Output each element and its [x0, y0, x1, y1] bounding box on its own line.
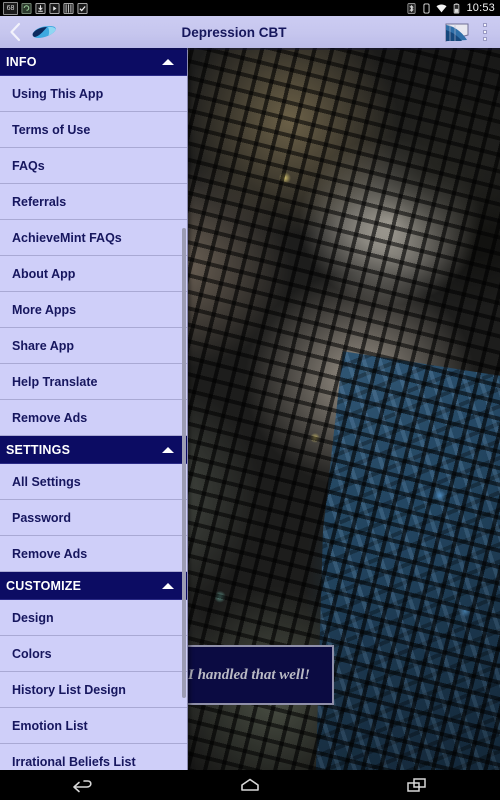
- chevron-up-icon[interactable]: [162, 582, 174, 589]
- menu-item-faqs[interactable]: FAQs: [0, 148, 188, 184]
- keyboard-icon: [63, 2, 74, 14]
- sync-icon: [21, 2, 32, 14]
- menu-item-remove-ads-settings[interactable]: Remove Ads: [0, 536, 188, 572]
- navigation-drawer[interactable]: INFO Using This App Terms of Use FAQs Re…: [0, 48, 188, 770]
- menu-item-help-translate[interactable]: Help Translate: [0, 364, 188, 400]
- chevron-up-icon[interactable]: [162, 58, 174, 65]
- menu-item-label: All Settings: [12, 474, 81, 489]
- status-bar-notification-icons: 68: [0, 1, 406, 15]
- menu-item-label: Design: [12, 610, 54, 625]
- temperature-badge: 68: [3, 1, 18, 15]
- chart-icon[interactable]: [440, 21, 474, 43]
- toast-message: I handled that well!: [186, 645, 334, 705]
- back-nav-icon[interactable]: [53, 770, 113, 800]
- battery-icon: [454, 2, 460, 13]
- menu-item-label: AchieveMint FAQs: [12, 230, 122, 245]
- menu-item-all-settings[interactable]: All Settings: [0, 464, 188, 500]
- vibrate-icon: [423, 2, 430, 14]
- back-chevron-icon[interactable]: [0, 22, 26, 42]
- drawer-scrollbar[interactable]: [182, 228, 186, 698]
- menu-item-label: Share App: [12, 338, 75, 353]
- menu-item-remove-ads-info[interactable]: Remove Ads: [0, 400, 188, 436]
- task-complete-icon: [77, 2, 88, 14]
- overflow-menu-icon[interactable]: [474, 23, 500, 41]
- recents-nav-icon[interactable]: [387, 770, 447, 800]
- menu-item-label: Irrational Beliefs List: [12, 754, 136, 769]
- wifi-icon: [436, 3, 447, 12]
- menu-item-referrals[interactable]: Referrals: [0, 184, 188, 220]
- menu-item-password[interactable]: Password: [0, 500, 188, 536]
- toast-message-text: I handled that well!: [188, 666, 311, 683]
- menu-item-label: Password: [12, 510, 72, 525]
- menu-item-using-this-app[interactable]: Using This App: [0, 76, 188, 112]
- menu-item-label: Using This App: [12, 86, 104, 101]
- overflow-dot: [483, 37, 487, 41]
- menu-item-more-apps[interactable]: More Apps: [0, 292, 188, 328]
- drawer-section-header-settings[interactable]: SETTINGS: [0, 436, 188, 464]
- drawer-section-header-info[interactable]: INFO: [0, 48, 188, 76]
- menu-item-label: FAQs: [12, 158, 45, 173]
- page-title: Depression CBT: [181, 24, 287, 40]
- android-screen: I handled that well! INFO Using This App…: [0, 0, 500, 800]
- section-label-customize: CUSTOMIZE: [6, 578, 82, 593]
- status-bar: 68 10:53: [0, 0, 500, 16]
- menu-item-label: More Apps: [12, 302, 77, 317]
- status-bar-clock: 10:53: [466, 2, 495, 14]
- overflow-dot: [483, 23, 487, 27]
- menu-item-share-app[interactable]: Share App: [0, 328, 188, 364]
- menu-item-emotion-list[interactable]: Emotion List: [0, 708, 188, 744]
- menu-item-history-list-design[interactable]: History List Design: [0, 672, 188, 708]
- menu-item-label: Colors: [12, 646, 52, 661]
- menu-item-terms-of-use[interactable]: Terms of Use: [0, 112, 188, 148]
- menu-item-design[interactable]: Design: [0, 600, 188, 636]
- system-navigation-bar: [0, 770, 500, 800]
- menu-item-label: Terms of Use: [12, 122, 91, 137]
- bluetooth-icon: [407, 2, 417, 14]
- menu-item-label: Help Translate: [12, 374, 98, 389]
- overflow-dot: [483, 30, 487, 34]
- menu-item-label: History List Design: [12, 682, 126, 697]
- drawer-section-header-customize[interactable]: CUSTOMIZE: [0, 572, 188, 600]
- drawer-edge-divider: [187, 48, 188, 770]
- menu-item-achievemint-faqs[interactable]: AchieveMint FAQs: [0, 220, 188, 256]
- section-label-settings: SETTINGS: [6, 442, 71, 457]
- menu-item-colors[interactable]: Colors: [0, 636, 188, 672]
- action-bar-shadow: [0, 48, 500, 50]
- drawer-menu-list[interactable]: INFO Using This App Terms of Use FAQs Re…: [0, 48, 188, 770]
- status-bar-system-icons: 10:53: [406, 2, 500, 14]
- download-icon: [35, 2, 46, 14]
- menu-item-label: Remove Ads: [12, 410, 88, 425]
- home-nav-icon[interactable]: [220, 770, 280, 800]
- menu-item-label: About App: [12, 266, 76, 281]
- menu-item-label: Referrals: [12, 194, 67, 209]
- menu-item-label: Emotion List: [12, 718, 88, 733]
- chevron-up-icon[interactable]: [162, 446, 174, 453]
- section-label-info: INFO: [6, 54, 37, 69]
- menu-item-about-app[interactable]: About App: [0, 256, 188, 292]
- action-bar: Depression CBT: [0, 16, 500, 48]
- menu-item-label: Remove Ads: [12, 546, 88, 561]
- screen-record-icon: [49, 2, 60, 14]
- menu-item-irrational-beliefs-list[interactable]: Irrational Beliefs List: [0, 744, 188, 770]
